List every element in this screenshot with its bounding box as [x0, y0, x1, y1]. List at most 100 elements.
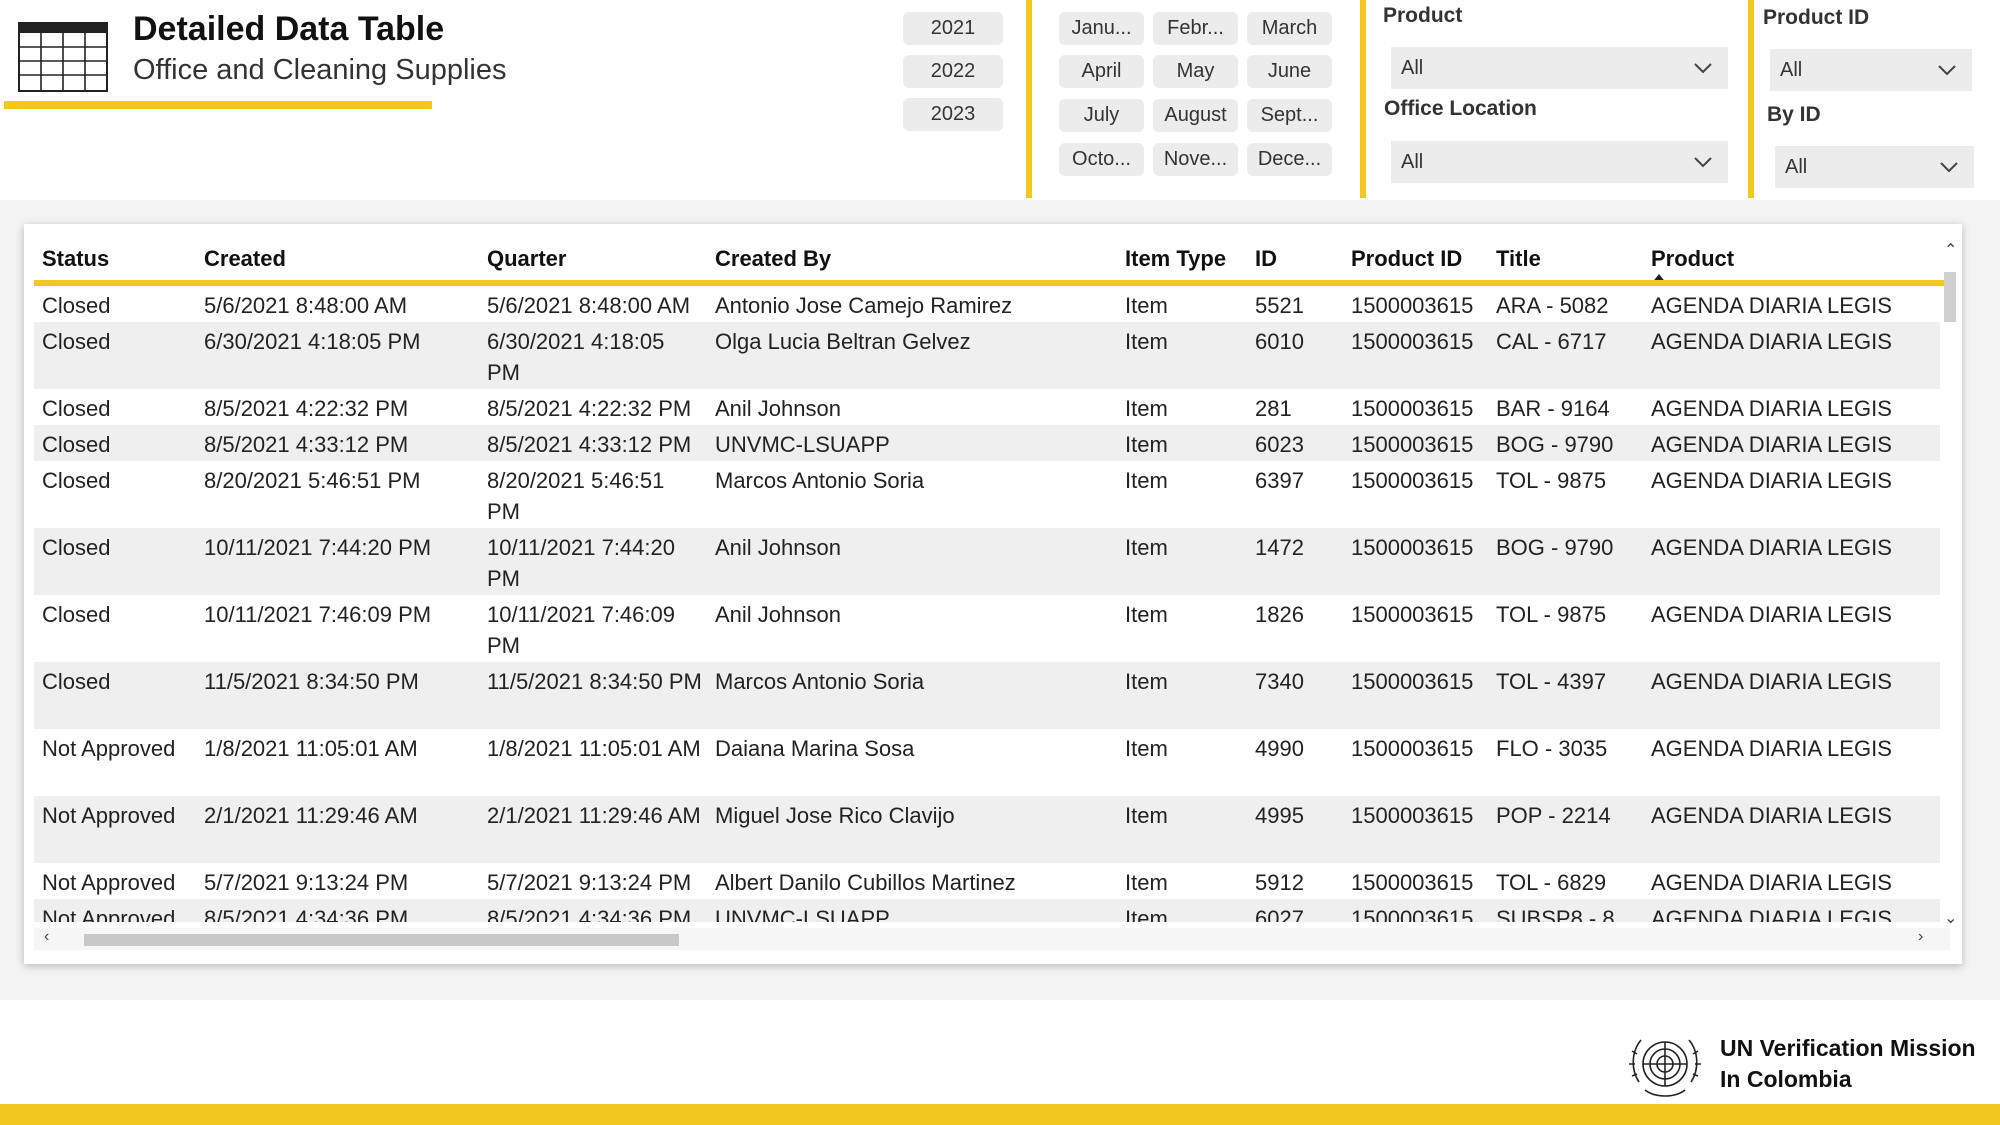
product-id-dropdown[interactable]: All	[1770, 49, 1972, 91]
cell-id: 6397	[1255, 468, 1304, 493]
chevron-down-icon	[1938, 65, 1956, 76]
cell-item-type: Item	[1125, 870, 1168, 895]
cell-created: 6/30/2021 4:18:05 PM	[204, 329, 421, 354]
column-header-product[interactable]: Product	[1651, 246, 1734, 272]
cell-product-id: 1500003615	[1351, 736, 1474, 761]
cell-product: AGENDA DIARIA LEGIS	[1651, 329, 1892, 354]
cell-product: AGENDA DIARIA LEGIS	[1651, 736, 1892, 761]
table-row[interactable]: Not Approved 1/8/2021 11:05:01 AM 1/8/2021…	[34, 729, 1940, 796]
cell-id: 1826	[1255, 602, 1304, 627]
month-chip-june[interactable]: June	[1247, 55, 1332, 88]
table-row[interactable]: Closed 10/11/2021 7:44:20 PM 10/11/2021 7:…	[34, 528, 1940, 595]
cell-product-id: 1500003615	[1351, 669, 1474, 694]
month-chip-november[interactable]: Nove...	[1153, 143, 1238, 176]
cell-product-id: 1500003615	[1351, 906, 1474, 922]
column-header-product-id[interactable]: Product ID	[1351, 246, 1462, 272]
year-chip-2022[interactable]: 2022	[903, 55, 1003, 88]
cell-id: 281	[1255, 396, 1292, 421]
month-chip-october[interactable]: Octo...	[1059, 143, 1144, 176]
column-header-status[interactable]: Status	[42, 246, 109, 272]
cell-created-by: UNVMC-LSUAPP	[715, 906, 890, 922]
table-row[interactable]: Closed 5/6/2021 8:48:00 AM 5/6/2021 8:48:0…	[34, 286, 1940, 322]
cell-item-type: Item	[1125, 906, 1168, 922]
cell-created: 1/8/2021 11:05:01 AM	[204, 736, 418, 761]
cell-id: 6023	[1255, 432, 1304, 457]
horizontal-scroll-thumb[interactable]	[84, 934, 679, 946]
table-row[interactable]: Not Approved 5/7/2021 9:13:24 PM 5/7/2021 …	[34, 863, 1940, 899]
cell-quarter: 11/5/2021 8:34:50 PM	[487, 669, 702, 694]
cell-quarter: 8/20/2021 5:46:51 PM	[487, 468, 665, 524]
table-grid-icon	[18, 22, 108, 92]
column-header-quarter[interactable]: Quarter	[487, 246, 566, 272]
scroll-right-icon[interactable]: ›	[1918, 928, 1923, 946]
office-location-dropdown[interactable]: All	[1391, 141, 1728, 183]
table-row[interactable]: Not Approved 2/1/2021 11:29:46 AM 2/1/2021…	[34, 796, 1940, 863]
chevron-down-icon	[1940, 162, 1958, 173]
cell-created: 8/5/2021 4:33:12 PM	[204, 432, 409, 457]
slicer-separator	[1026, 0, 1032, 198]
cell-item-type: Item	[1125, 432, 1168, 457]
cell-item-type: Item	[1125, 329, 1168, 354]
cell-title: ARA - 5082	[1496, 293, 1609, 318]
cell-item-type: Item	[1125, 669, 1168, 694]
month-chip-july[interactable]: July	[1059, 99, 1144, 132]
month-chip-april[interactable]: April	[1059, 55, 1144, 88]
column-header-item-type[interactable]: Item Type	[1125, 246, 1226, 272]
scroll-down-icon[interactable]: ⌄	[1944, 908, 1957, 928]
cell-status: Closed	[42, 468, 111, 493]
table-row[interactable]: Closed 6/30/2021 4:18:05 PM 6/30/2021 4:18…	[34, 322, 1940, 389]
scroll-up-icon[interactable]: ⌃	[1944, 240, 1957, 260]
cell-title: CAL - 6717	[1496, 329, 1607, 354]
month-chip-december[interactable]: Dece...	[1247, 143, 1332, 176]
table-row[interactable]: Closed 8/5/2021 4:33:12 PM 8/5/2021 4:33:1…	[34, 425, 1940, 461]
year-chip-2023[interactable]: 2023	[903, 98, 1003, 131]
title-underline	[4, 101, 432, 109]
cell-created: 8/5/2021 4:22:32 PM	[204, 396, 409, 421]
table-row[interactable]: Closed 10/11/2021 7:46:09 PM 10/11/2021 7:…	[34, 595, 1940, 662]
product-dropdown-value: All	[1401, 56, 1424, 79]
cell-status: Closed	[42, 329, 111, 354]
column-header-id[interactable]: ID	[1255, 246, 1277, 272]
office-location-slicer-title: Office Location	[1384, 97, 1537, 120]
cell-created: 5/7/2021 9:13:24 PM	[204, 870, 409, 895]
table-row[interactable]: Not Approved 8/5/2021 4:34:36 PM 8/5/2021 …	[34, 899, 1940, 922]
report-header: Detailed Data Table Office and Cleaning …	[0, 0, 2000, 200]
cell-status: Closed	[42, 396, 111, 421]
year-chip-2021[interactable]: 2021	[903, 12, 1003, 45]
month-chip-march[interactable]: March	[1247, 12, 1332, 45]
product-dropdown[interactable]: All	[1391, 47, 1728, 89]
cell-product-id: 1500003615	[1351, 396, 1474, 421]
cell-product: AGENDA DIARIA LEGIS	[1651, 803, 1892, 828]
table-row[interactable]: Closed 11/5/2021 8:34:50 PM 11/5/2021 8:34…	[34, 662, 1940, 729]
cell-title: SUBSP8 - 8	[1496, 906, 1615, 922]
column-header-title[interactable]: Title	[1496, 246, 1541, 272]
cell-item-type: Item	[1125, 602, 1168, 627]
cell-title: TOL - 9875	[1496, 468, 1607, 493]
by-id-dropdown[interactable]: All	[1775, 146, 1974, 188]
cell-created-by: Anil Johnson	[715, 602, 841, 627]
table-row[interactable]: Closed 8/20/2021 5:46:51 PM 8/20/2021 5:46…	[34, 461, 1940, 528]
month-chip-may[interactable]: May	[1153, 55, 1238, 88]
column-header-created-by[interactable]: Created By	[715, 246, 831, 272]
month-chip-september[interactable]: Sept...	[1247, 99, 1332, 132]
office-location-dropdown-value: All	[1401, 150, 1424, 173]
cell-created: 8/5/2021 4:34:36 PM	[204, 906, 409, 922]
cell-created: 8/20/2021 5:46:51 PM	[204, 468, 421, 493]
vertical-scrollbar[interactable]	[1940, 236, 1962, 926]
cell-product-id: 1500003615	[1351, 432, 1474, 457]
month-chip-august[interactable]: August	[1153, 99, 1238, 132]
cell-status: Closed	[42, 669, 111, 694]
table-header: Status Created Quarter Created By Item T…	[34, 236, 1950, 284]
horizontal-scrollbar[interactable]	[34, 928, 1950, 950]
table-row[interactable]: Closed 8/5/2021 4:22:32 PM 8/5/2021 4:22:3…	[34, 389, 1940, 425]
column-header-created[interactable]: Created	[204, 246, 286, 272]
chevron-down-icon	[1694, 157, 1712, 168]
cell-status: Not Approved	[42, 736, 176, 761]
vertical-scroll-thumb[interactable]	[1944, 272, 1956, 322]
month-chip-february[interactable]: Febr...	[1153, 12, 1238, 45]
scroll-left-icon[interactable]: ‹	[44, 928, 49, 946]
cell-title: TOL - 4397	[1496, 669, 1607, 694]
page-subtitle: Office and Cleaning Supplies	[133, 54, 507, 86]
cell-product-id: 1500003615	[1351, 329, 1474, 354]
month-chip-january[interactable]: Janu...	[1059, 12, 1144, 45]
